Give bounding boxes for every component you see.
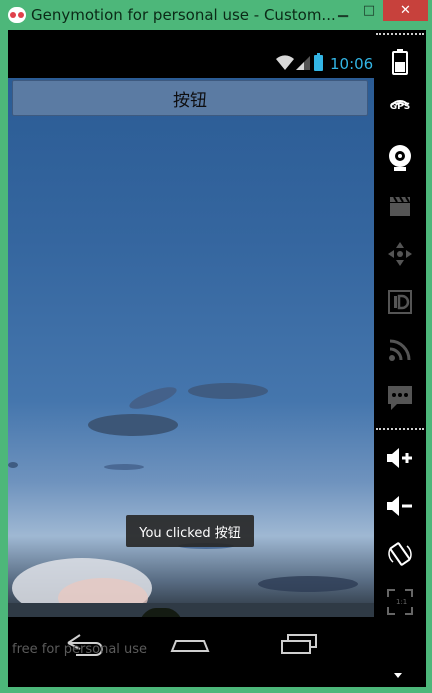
volume-down-icon [387,496,412,516]
pixel-perfect-button[interactable]: 1:1 [380,584,420,620]
toast-message: You clicked 按钮 [126,515,254,547]
sms-icon [388,386,412,410]
sms-tool-button[interactable] [380,380,420,416]
window-titlebar: Genymotion for personal use - Custom... … [0,0,432,30]
battery-tool-button[interactable] [380,44,420,80]
id-icon [388,290,412,314]
rotate-icon [388,542,412,566]
dpad-icon [388,242,412,266]
volume-up-button[interactable] [380,440,420,476]
battery-icon [314,53,323,71]
nav-bar: free for personal use [8,617,374,687]
cast-icon [389,339,411,361]
camera-icon [389,145,411,171]
rotate-button[interactable] [380,536,420,572]
app-content: 按钮 You clicked 按钮 [8,78,374,617]
genymotion-toolbar: GPS 1:1 [374,30,426,687]
battery-icon [392,49,408,75]
recents-icon [281,634,317,654]
home-icon [170,640,210,652]
main-button[interactable]: 按钮 [12,80,368,116]
dpad-tool-button[interactable] [380,236,420,272]
video-tool-button[interactable] [380,188,420,224]
genymotion-logo-icon [8,7,26,23]
device-id-tool-button[interactable] [380,284,420,320]
close-button[interactable]: ✕ [383,0,428,21]
watermark-text: free for personal use [12,642,148,657]
device-screen: 10:06 按钮 You clicked 按钮 free for persona… [8,30,374,687]
cast-tool-button[interactable] [380,332,420,368]
maximize-button[interactable]: □ [356,0,382,21]
wifi-icon [276,55,294,70]
minimize-button[interactable]: ▁ [330,0,356,21]
volume-down-button[interactable] [380,488,420,524]
gps-label: GPS [389,102,411,112]
volume-up-icon [387,448,412,468]
camera-tool-button[interactable] [380,140,420,176]
status-bar: 10:06 [8,50,374,78]
emulator-frame: 10:06 按钮 You clicked 按钮 free for persona… [8,30,426,687]
pixel-ratio-label: 1:1 [396,598,408,606]
window-title: Genymotion for personal use - Custom... [31,6,336,24]
background-photo [88,414,178,436]
toolbar-scroll-down-icon[interactable] [394,673,402,678]
gps-tool-button[interactable]: GPS [380,92,420,128]
recents-button[interactable] [268,627,328,657]
home-button[interactable] [160,627,220,657]
signal-icon [296,56,310,70]
status-clock: 10:06 [330,55,374,73]
video-icon [390,196,410,216]
